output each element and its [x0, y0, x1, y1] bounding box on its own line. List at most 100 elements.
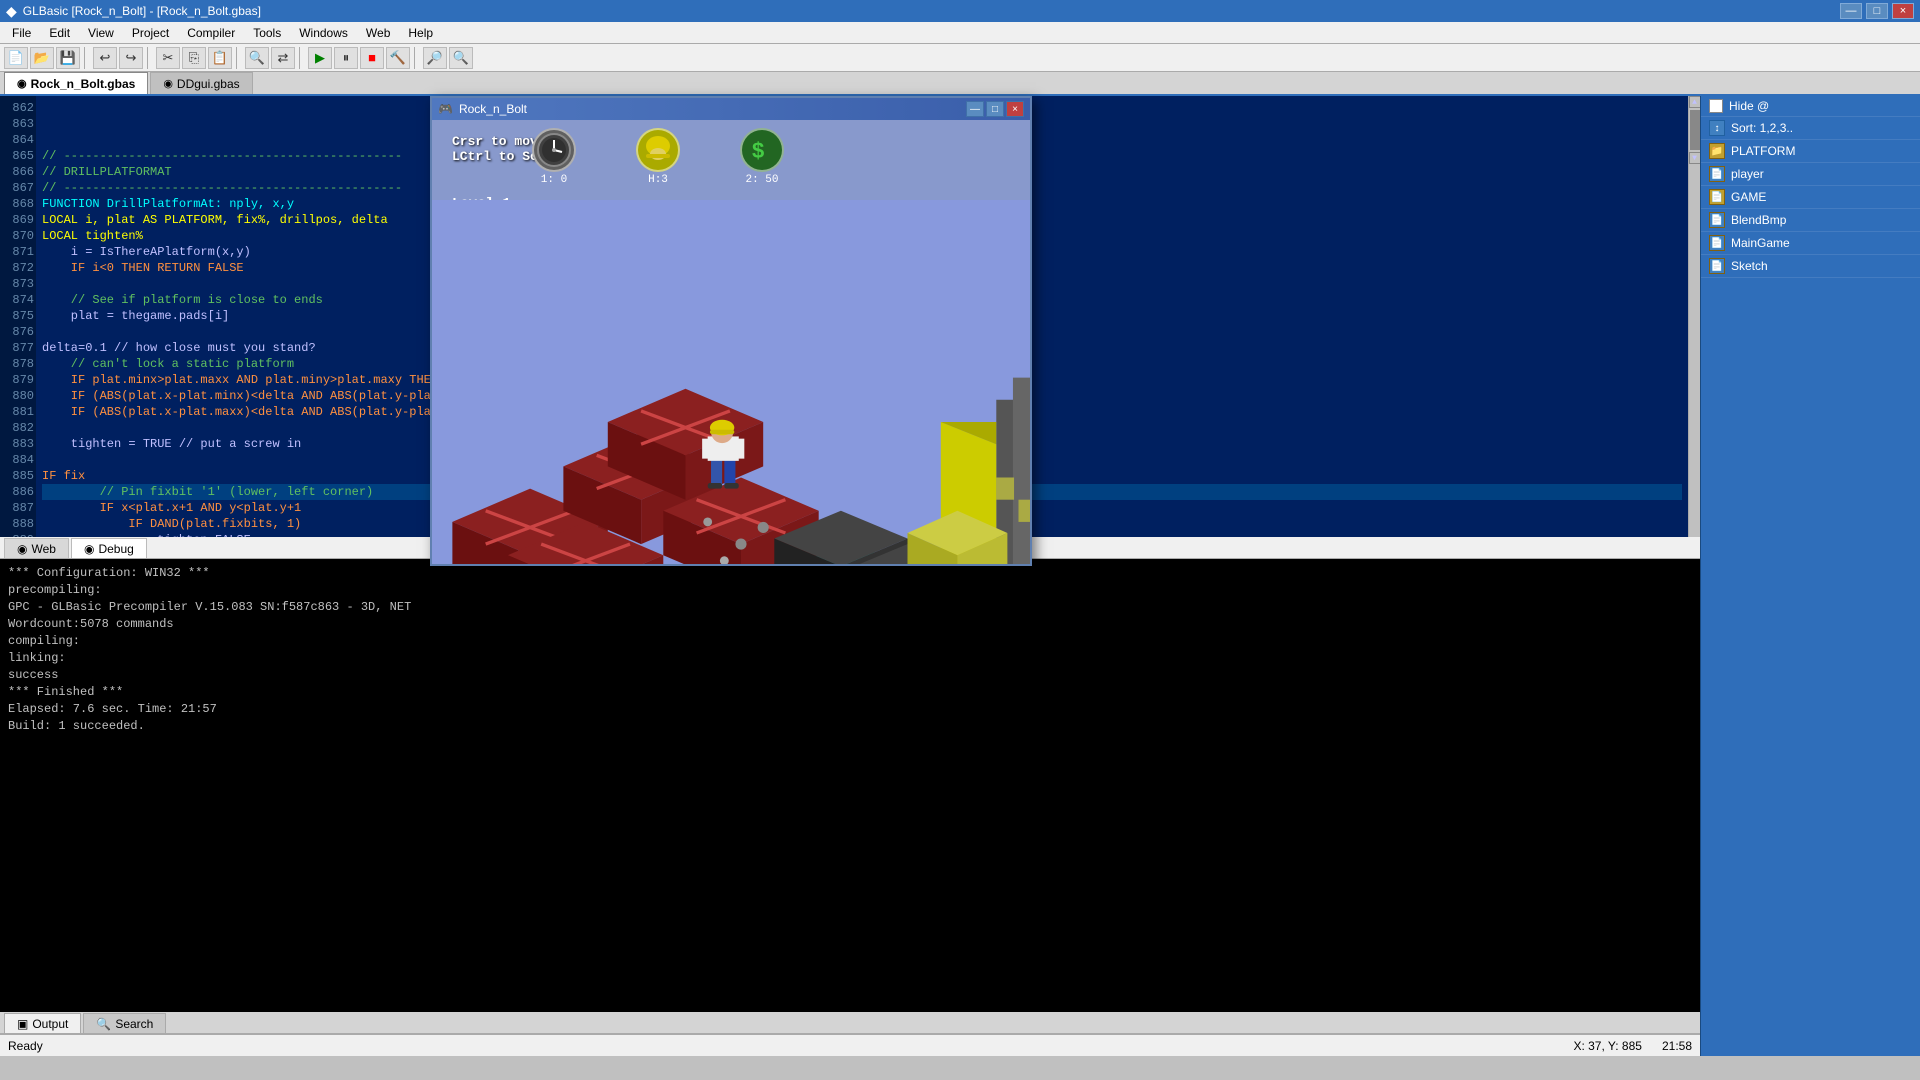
minimize-button[interactable]: — [1840, 3, 1862, 19]
panel-item-game[interactable]: 📄GAME [1701, 186, 1920, 209]
hide-label: Hide @ [1729, 99, 1769, 113]
window-title: GLBasic [Rock_n_Bolt] - [Rock_n_Bolt.gba… [23, 4, 261, 18]
menu-help[interactable]: Help [400, 24, 441, 42]
player-icon-circle [636, 128, 680, 172]
game-title-bar[interactable]: 🎮 Rock_n_Bolt — □ × [432, 98, 1030, 120]
panel-hide[interactable]: ✓ Hide @ [1701, 96, 1920, 117]
menu-view[interactable]: View [80, 24, 122, 42]
new-button[interactable]: 📄 [4, 47, 28, 69]
paste-button[interactable]: 📋 [208, 47, 232, 69]
output-line: *** Configuration: WIN32 *** [8, 565, 1692, 582]
menu-tools[interactable]: Tools [245, 24, 289, 42]
menu-file[interactable]: File [4, 24, 39, 42]
status-text: Ready [8, 1039, 43, 1053]
line-numbers: 8628638648658668678688698708718728738748… [0, 96, 36, 537]
output-tab-label: Output [32, 1017, 68, 1031]
output-tab[interactable]: ▣ Output [4, 1013, 81, 1033]
game-maximize-btn[interactable]: □ [986, 101, 1004, 117]
game-close-btn[interactable]: × [1006, 101, 1024, 117]
panel-sort[interactable]: ↕ Sort: 1,2,3.. [1701, 117, 1920, 140]
status-bar: Ready X: 37, Y: 885 21:58 [0, 1034, 1700, 1056]
menu-project[interactable]: Project [124, 24, 177, 42]
scroll-down[interactable]: ▼ [1689, 152, 1701, 164]
hud-clock: 1: 0 [532, 128, 576, 186]
debug-icon: ◉ [84, 542, 94, 556]
save-button[interactable]: 💾 [56, 47, 80, 69]
panel-item-player[interactable]: 📄player [1701, 163, 1920, 186]
game-scene-svg [432, 200, 1030, 564]
title-bar-left: ◆ GLBasic [Rock_n_Bolt] - [Rock_n_Bolt.g… [6, 3, 261, 20]
cut-button[interactable]: ✂ [156, 47, 180, 69]
svg-text:$: $ [752, 138, 764, 163]
game-minimize-btn[interactable]: — [966, 101, 984, 117]
zoom-out-button[interactable]: 🔍 [449, 47, 473, 69]
redo-button[interactable]: ↪ [119, 47, 143, 69]
panel-label-maingame: MainGame [1731, 236, 1790, 250]
panel-item-platform[interactable]: 📁PLATFORM [1701, 140, 1920, 163]
menu-windows[interactable]: Windows [291, 24, 356, 42]
coords-text: X: 37, Y: 885 [1573, 1039, 1642, 1053]
menu-compiler[interactable]: Compiler [179, 24, 243, 42]
panel-label-blendbmp: BlendBmp [1731, 213, 1786, 227]
hud-money-value: 2: 50 [745, 174, 778, 186]
app-icon: ◆ [6, 3, 17, 20]
open-button[interactable]: 📂 [30, 47, 54, 69]
output-line: compiling: [8, 633, 1692, 650]
output-tab-icon: ▣ [17, 1017, 28, 1031]
tb-sep-5 [414, 47, 419, 69]
pause-button[interactable]: ⏸ [334, 47, 358, 69]
tab-rock-n-bolt[interactable]: ◉ Rock_n_Bolt.gbas [4, 72, 148, 94]
hud-clock-value: 1: 0 [541, 174, 567, 186]
scroll-thumb[interactable] [1690, 110, 1700, 150]
maximize-button[interactable]: □ [1866, 3, 1888, 19]
scroll-up[interactable]: ▲ [1689, 96, 1701, 108]
web-icon: ◉ [17, 542, 27, 556]
panel-item-maingame[interactable]: 📄 MainGame [1701, 232, 1920, 255]
output-line: precompiling: [8, 582, 1692, 599]
hud-player-value: H:3 [648, 174, 668, 186]
game-title-icon: 🎮 [438, 102, 453, 116]
money-icon-circle: $ [740, 128, 784, 172]
web-tab[interactable]: ◉ Web [4, 538, 69, 558]
clock-icon-circle [532, 128, 576, 172]
panel-icon-sketch: 📄 [1709, 258, 1725, 274]
stop-button[interactable]: ■ [360, 47, 384, 69]
tb-sep-3 [236, 47, 241, 69]
tab-ddgui[interactable]: ◉ DDgui.gbas [150, 72, 252, 94]
tabs-bar: ◉ Rock_n_Bolt.gbas ◉ DDgui.gbas [0, 72, 1920, 96]
hide-checkbox[interactable]: ✓ [1709, 99, 1723, 113]
tab-label-1: Rock_n_Bolt.gbas [31, 77, 136, 91]
menu-web[interactable]: Web [358, 24, 398, 42]
scrollbar-right[interactable]: ▲ ▼ [1688, 96, 1700, 537]
output-line: *** Finished *** [8, 684, 1692, 701]
game-window[interactable]: 🎮 Rock_n_Bolt — □ × Crsr to move LCtrl t… [430, 96, 1032, 566]
toolbar: 📄 📂 💾 ↩ ↪ ✂ ⎘ 📋 🔍 ⇄ ▶ ⏸ ■ 🔨 🔎 🔍 [0, 44, 1920, 72]
panel-label-platform: PLATFORM [1731, 144, 1795, 158]
find-button[interactable]: 🔍 [245, 47, 269, 69]
debug-tab[interactable]: ◉ Debug [71, 538, 147, 558]
content-wrapper: 8628638648658668678688698708718728738748… [0, 96, 1920, 1056]
panel-item-sketch[interactable]: 📄 Sketch [1701, 255, 1920, 278]
menu-edit[interactable]: Edit [41, 24, 78, 42]
panel-item-blendbmp[interactable]: 📄 BlendBmp [1701, 209, 1920, 232]
panel-label-sketch: Sketch [1731, 259, 1768, 273]
debug-label: Debug [98, 542, 133, 556]
output-line: Build: 1 succeeded. [8, 718, 1692, 735]
copy-button[interactable]: ⎘ [182, 47, 206, 69]
build-button[interactable]: 🔨 [386, 47, 410, 69]
output-line: Elapsed: 7.6 sec. Time: 21:57 [8, 701, 1692, 718]
zoom-in-button[interactable]: 🔎 [423, 47, 447, 69]
output-line: success [8, 667, 1692, 684]
panel-icon-blendbmp: 📄 [1709, 212, 1725, 228]
undo-button[interactable]: ↩ [93, 47, 117, 69]
title-bar-right: — □ × [1840, 3, 1914, 19]
search-tab[interactable]: 🔍 Search [83, 1013, 166, 1033]
panel-icon-maingame: 📄 [1709, 235, 1725, 251]
panel-icon-player: 📄 [1709, 166, 1725, 182]
replace-button[interactable]: ⇄ [271, 47, 295, 69]
close-button[interactable]: × [1892, 3, 1914, 19]
game-window-title: Rock_n_Bolt [459, 102, 527, 116]
game-canvas: Crsr to move LCtrl to Screw Level 1 [432, 120, 1030, 564]
run-button[interactable]: ▶ [308, 47, 332, 69]
tab-icon-1: ◉ [17, 77, 27, 90]
